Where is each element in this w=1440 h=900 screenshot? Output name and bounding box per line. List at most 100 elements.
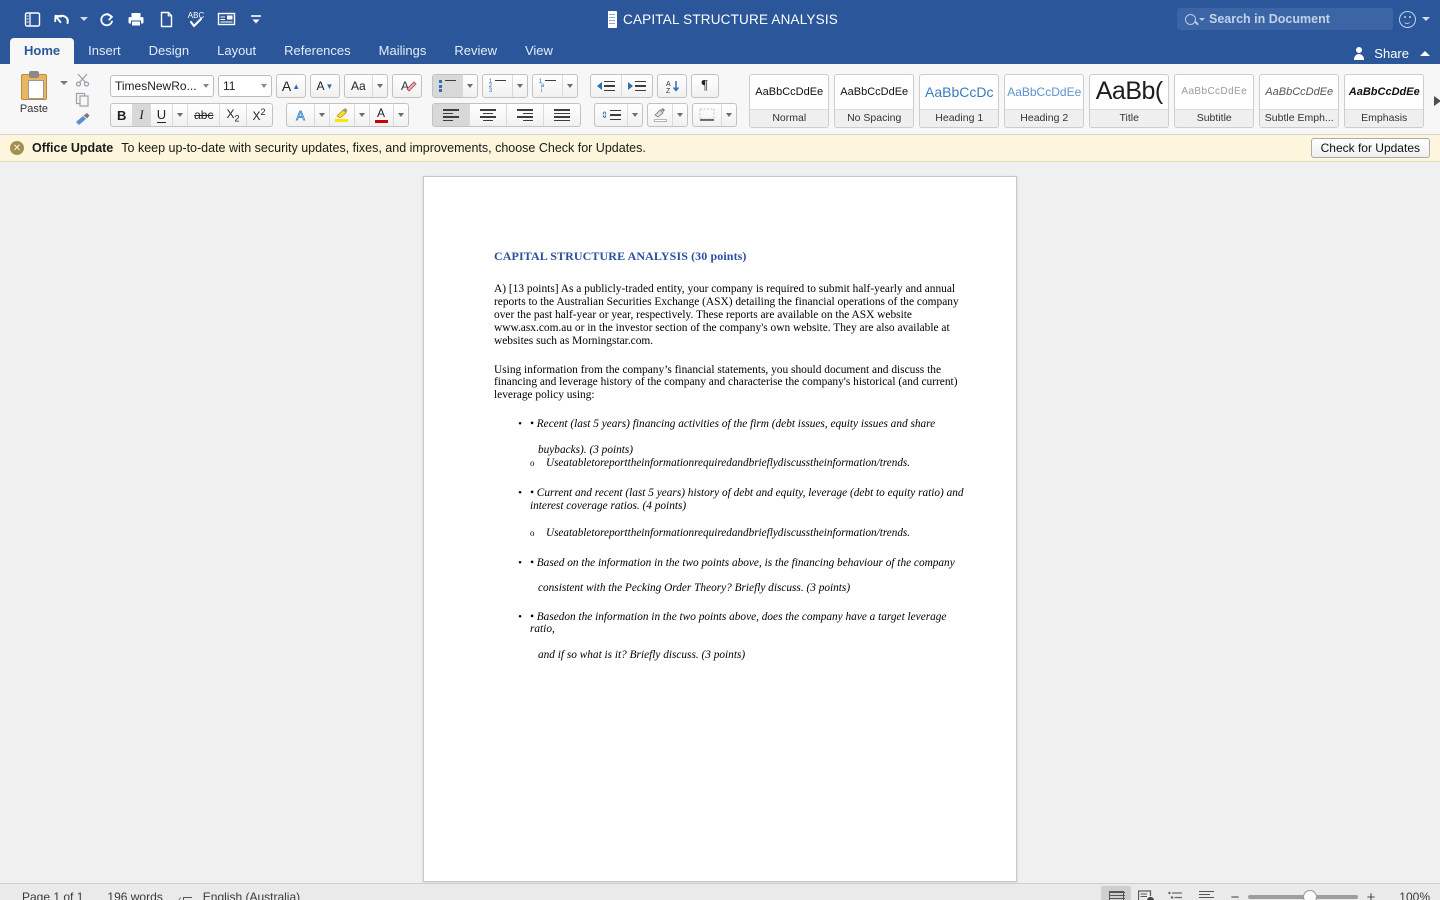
italic-button[interactable]: I <box>133 104 150 126</box>
align-center-button[interactable] <box>470 104 507 126</box>
zoom-level[interactable]: 100% <box>1390 890 1430 900</box>
style-label: Normal <box>750 109 828 127</box>
collapse-ribbon-icon[interactable] <box>1420 51 1430 56</box>
align-right-button[interactable] <box>507 104 544 126</box>
insert-object-icon[interactable] <box>212 6 240 32</box>
zoom-out-button[interactable]: − <box>1229 889 1241 900</box>
tab-review[interactable]: Review <box>440 38 511 64</box>
customize-toolbar-icon[interactable] <box>242 6 270 32</box>
styles-gallery-more-button[interactable] <box>1429 96 1440 106</box>
style-title[interactable]: AaBb( Title <box>1089 74 1169 128</box>
style-label: No Spacing <box>835 109 913 127</box>
spelling-check-icon[interactable]: ABC <box>182 6 210 32</box>
tab-layout[interactable]: Layout <box>203 38 270 64</box>
document-page[interactable]: CAPITAL STRUCTURE ANALYSIS (30 points) A… <box>423 176 1017 882</box>
highlight-button[interactable] <box>330 104 355 126</box>
zoom-slider-handle[interactable] <box>1303 890 1317 900</box>
tab-home[interactable]: Home <box>10 38 74 64</box>
style-emphasis[interactable]: AaBbCcDdEe Emphasis <box>1344 74 1424 128</box>
print-icon[interactable] <box>122 6 150 32</box>
search-options-icon[interactable] <box>1199 18 1205 21</box>
multilevel-list-dropdown-icon[interactable] <box>563 75 577 97</box>
style-preview: AaBbCcDc <box>920 75 998 109</box>
print-layout-view-button[interactable] <box>1101 886 1131 900</box>
close-icon[interactable]: ✕ <box>10 141 24 155</box>
increase-indent-button[interactable] <box>622 75 652 97</box>
feedback-dropdown-icon[interactable] <box>1422 17 1430 21</box>
multilevel-list-button[interactable]: 1ai <box>533 75 563 97</box>
paste-button[interactable]: Paste <box>10 67 58 115</box>
subscript-button[interactable]: X2 <box>220 104 246 126</box>
shading-dropdown-icon[interactable] <box>673 104 687 126</box>
paste-dropdown-icon[interactable] <box>60 81 68 85</box>
zoom-in-button[interactable]: + <box>1365 889 1377 900</box>
outline-view-button[interactable] <box>1161 886 1191 900</box>
undo-icon[interactable] <box>48 6 76 32</box>
shrink-font-button[interactable]: A ▼ <box>310 74 340 98</box>
superscript-button[interactable]: X2 <box>247 104 272 126</box>
style-heading-1[interactable]: AaBbCcDc Heading 1 <box>919 74 999 128</box>
undo-dropdown-icon[interactable] <box>78 6 90 32</box>
search-input[interactable]: Search in Document <box>1177 8 1393 30</box>
redo-icon[interactable] <box>92 6 120 32</box>
font-size-combo[interactable]: 11 <box>218 75 272 97</box>
borders-dropdown-icon[interactable] <box>722 104 736 126</box>
new-document-icon[interactable] <box>152 6 180 32</box>
feedback-smiley-icon[interactable] <box>1399 11 1416 28</box>
change-case-dropdown-icon[interactable] <box>373 75 387 97</box>
highlight-dropdown-icon[interactable] <box>355 104 370 126</box>
tab-view[interactable]: View <box>511 38 567 64</box>
style-subtitle[interactable]: AaBbCcDdEe Subtitle <box>1174 74 1254 128</box>
change-case-button[interactable]: Aa <box>345 75 373 97</box>
copy-icon[interactable] <box>72 91 92 108</box>
bulleted-list-dropdown-icon[interactable] <box>463 75 477 97</box>
svg-text:Z: Z <box>666 88 671 94</box>
font-color-dropdown-icon[interactable] <box>394 104 408 126</box>
text-effects-dropdown-icon[interactable] <box>315 104 330 126</box>
tab-design[interactable]: Design <box>135 38 203 64</box>
grow-font-button[interactable]: A ▲ <box>276 74 306 98</box>
line-spacing-dropdown-icon[interactable] <box>628 104 642 126</box>
style-preview: AaBbCcDdEe <box>1005 75 1083 109</box>
underline-button[interactable]: U <box>151 104 173 126</box>
web-layout-view-button[interactable] <box>1131 886 1161 900</box>
draft-view-button[interactable] <box>1191 886 1221 900</box>
style-label: Heading 2 <box>1005 109 1083 127</box>
numbered-list-button[interactable]: 123 <box>483 75 513 97</box>
check-for-updates-button[interactable]: Check for Updates <box>1311 138 1430 158</box>
tab-insert[interactable]: Insert <box>74 38 135 64</box>
style-no-spacing[interactable]: AaBbCcDdEe No Spacing <box>834 74 914 128</box>
change-case-group[interactable]: Aa <box>344 74 388 98</box>
justify-button[interactable] <box>544 104 580 126</box>
bold-button[interactable]: B <box>111 104 133 126</box>
format-painter-icon[interactable] <box>72 111 92 128</box>
numbered-list-dropdown-icon[interactable] <box>513 75 527 97</box>
language-indicator[interactable]: English (Australia) <box>191 890 312 900</box>
clear-formatting-button[interactable]: A <box>392 74 422 98</box>
strikethrough-button[interactable]: abc <box>188 104 220 126</box>
borders-button[interactable] <box>693 104 722 126</box>
sort-button[interactable]: AZ <box>657 74 687 98</box>
align-left-button[interactable] <box>433 104 470 126</box>
word-count[interactable]: 196 words <box>95 890 174 900</box>
underline-dropdown-icon[interactable] <box>173 104 188 126</box>
show-formatting-marks-button[interactable]: ¶ <box>691 74 719 98</box>
share-button[interactable]: Share <box>1354 46 1430 61</box>
tab-mailings[interactable]: Mailings <box>365 38 441 64</box>
shading-button[interactable] <box>648 104 673 126</box>
tab-references[interactable]: References <box>270 38 364 64</box>
style-subtle-emphasis[interactable]: AaBbCcDdEe Subtle Emph... <box>1259 74 1339 128</box>
text-effects-button[interactable]: A <box>287 104 315 126</box>
sidebar-toggle-icon[interactable] <box>18 6 46 32</box>
font-color-button[interactable]: A <box>370 104 394 126</box>
font-name-combo[interactable]: TimesNewRo... <box>110 75 214 97</box>
sub-list-item-text: Useatabletoreporttheinformationrequireda… <box>546 527 910 540</box>
style-normal[interactable]: AaBbCcDdEe Normal <box>749 74 829 128</box>
zoom-slider[interactable] <box>1248 895 1358 899</box>
bulleted-list-button[interactable] <box>433 75 463 97</box>
cut-icon[interactable] <box>72 71 92 88</box>
status-bar-right: − + 100% <box>1101 886 1430 900</box>
decrease-indent-button[interactable] <box>591 75 622 97</box>
style-heading-2[interactable]: AaBbCcDdEe Heading 2 <box>1004 74 1084 128</box>
line-spacing-button[interactable]: ⇕ <box>595 104 629 126</box>
